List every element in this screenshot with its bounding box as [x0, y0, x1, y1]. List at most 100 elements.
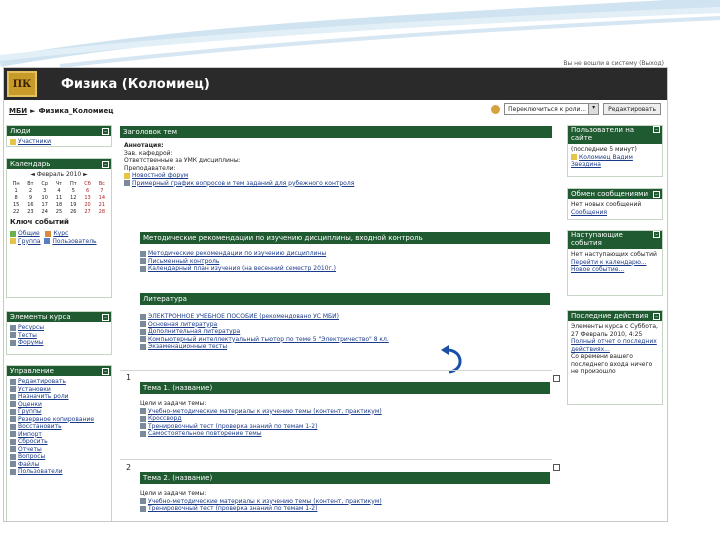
highlight-topic-checkbox[interactable] [553, 375, 560, 382]
calendar-weekday: Ср [41, 181, 49, 187]
resource-icon [140, 430, 146, 437]
topic1-line[interactable]: Самостоятельное повторение темы [140, 430, 550, 438]
online-user[interactable]: Коломиец Вадим [571, 154, 659, 162]
topic1-line[interactable]: Тренировочный тест (проверка знаний по т… [140, 423, 550, 431]
topic1-line[interactable]: Учебно-методические материалы к изучению… [140, 408, 550, 416]
calendar-day[interactable]: 19 [66, 202, 80, 208]
activity-link[interactable]: Тесты [10, 332, 108, 340]
admin-menu-item[interactable]: Редактировать [10, 378, 108, 386]
collapse-icon[interactable]: – [653, 312, 660, 320]
literature-resource-link[interactable]: Дополнительная литература [140, 328, 550, 336]
topic0-line[interactable]: Примерный график вопросов и тем заданий … [124, 180, 544, 188]
collapse-icon[interactable]: – [102, 127, 109, 135]
role-switch-select[interactable]: Переключиться к роли... ▾ [504, 103, 600, 115]
calendar-day[interactable]: 10 [38, 195, 52, 201]
calendar-weekday: Пт [69, 181, 77, 187]
calendar-day[interactable]: 6 [80, 188, 94, 194]
calendar-day[interactable]: 15 [9, 202, 23, 208]
calendar-day[interactable]: 21 [95, 202, 109, 208]
admin-menu-item[interactable]: Пользователи [10, 468, 108, 476]
calendar-day[interactable]: 7 [95, 188, 109, 194]
highlight-topic-checkbox[interactable] [553, 464, 560, 471]
calendar-day[interactable]: 20 [80, 202, 94, 208]
topic2-line[interactable]: Тренировочный тест (проверка знаний по т… [140, 505, 550, 513]
topic2-line[interactable]: Учебно-методические материалы к изучению… [140, 498, 550, 506]
global-event-icon [10, 230, 16, 237]
calendar-day[interactable]: 4 [52, 188, 66, 194]
admin-menu-item[interactable]: Назначить роли [10, 393, 108, 401]
course-header: ПК Физика (Коломиец) [4, 68, 667, 100]
calendar-month[interactable]: ◄ Февраль 2010 ► [7, 169, 111, 180]
admin-menu-item[interactable]: Оценки [10, 401, 108, 409]
admin-menu-item[interactable]: Установки [10, 386, 108, 394]
calendar-day[interactable]: 13 [80, 195, 94, 201]
calendar-day[interactable]: 1 [9, 188, 23, 194]
activity-link[interactable]: Ресурсы [10, 324, 108, 332]
calendar-day[interactable]: 27 [80, 209, 94, 215]
admin-menu-item[interactable]: Группы [10, 408, 108, 416]
topic2-number: 2 [126, 463, 132, 472]
activities-block-title: Элементы курса [10, 313, 71, 321]
site-logo[interactable]: ПК [7, 71, 37, 97]
calendar-day[interactable]: 23 [23, 209, 37, 215]
calendar-day[interactable]: 16 [23, 202, 37, 208]
edit-mode-button[interactable]: Редактировать [603, 103, 661, 115]
admin-item-icon [10, 453, 16, 460]
literature-resource-link[interactable]: Экзаменационные тесты [140, 343, 550, 351]
admin-item-icon [10, 461, 16, 467]
topic1-header: Тема 1. (название) [140, 382, 550, 394]
online-user[interactable]: Звездина [571, 161, 659, 169]
calendar-day[interactable]: 25 [52, 209, 66, 215]
admin-item-icon [10, 378, 16, 385]
collapse-icon[interactable]: – [653, 190, 660, 198]
admin-menu-item[interactable]: Сбросить [10, 438, 108, 446]
literature-resource-link[interactable]: Основная литература [140, 321, 550, 329]
new-event-link[interactable]: Новое событие... [571, 266, 659, 274]
calendar-day[interactable]: 28 [95, 209, 109, 215]
collapse-icon[interactable]: – [102, 313, 109, 321]
admin-menu-item[interactable]: Восстановить [10, 423, 108, 431]
collapse-icon[interactable]: – [653, 126, 660, 133]
calendar-day[interactable]: 9 [23, 195, 37, 201]
collapse-icon[interactable]: – [102, 160, 109, 168]
calendar-weekday: Сб [84, 181, 91, 187]
calendar-day[interactable]: 8 [9, 195, 23, 201]
activity-link[interactable]: Форумы [10, 339, 108, 347]
admin-menu-item[interactable]: Отчеты [10, 446, 108, 454]
calendar-day[interactable]: 22 [9, 209, 23, 215]
topic0-line[interactable]: Новостной форум [124, 172, 544, 180]
calendar-day[interactable]: 14 [95, 195, 109, 201]
resource-icon [140, 313, 146, 320]
resource-icon [140, 265, 146, 272]
calendar-day[interactable]: 11 [52, 195, 66, 201]
recent-activity-line[interactable]: действиях... [571, 346, 659, 354]
collapse-icon[interactable]: – [102, 367, 109, 375]
method-resource-link[interactable]: Письменный контроль [140, 258, 550, 266]
recent-activity-line[interactable]: Полный отчет о последних [571, 338, 659, 346]
method-resource-link[interactable]: Календарный план изучения (на весенний с… [140, 265, 550, 273]
admin-menu-item[interactable]: Импорт [10, 431, 108, 439]
admin-menu-item[interactable]: Файлы [10, 461, 108, 469]
calendar-day[interactable]: 26 [66, 209, 80, 215]
calendar-day[interactable]: 24 [38, 209, 52, 215]
method-resource-link[interactable]: Методические рекомендации по изучению ди… [140, 250, 550, 258]
messages-link[interactable]: Сообщения [571, 209, 659, 217]
literature-resource-link[interactable]: ЭЛЕКТРОННОЕ УЧЕБНОЕ ПОСОБИЕ (рекомендова… [140, 313, 550, 321]
calendar-day[interactable]: 17 [38, 202, 52, 208]
calendar-day[interactable]: 3 [38, 188, 52, 194]
resource-icon [140, 258, 146, 264]
breadcrumb-root[interactable]: МБИ [9, 107, 27, 115]
topic1-body: Цели и задачи темы: Учебно-методические м… [140, 400, 550, 438]
calendar-day[interactable]: 5 [66, 188, 80, 194]
participants-link[interactable]: Участники [10, 138, 108, 146]
course-title: Физика (Коломиец) [61, 76, 210, 92]
literature-resource-link[interactable]: Компьютерный интеллектуальный тьютор по … [140, 336, 550, 344]
calendar-day[interactable]: 12 [66, 195, 80, 201]
go-to-calendar-link[interactable]: Перейти к календарю... [571, 259, 659, 267]
admin-menu-item[interactable]: Резервное копирование [10, 416, 108, 424]
collapse-icon[interactable]: – [653, 231, 660, 238]
admin-menu-item[interactable]: Вопросы [10, 453, 108, 461]
calendar-day[interactable]: 2 [23, 188, 37, 194]
topic1-line[interactable]: Кроссворд [140, 415, 550, 423]
calendar-day[interactable]: 18 [52, 202, 66, 208]
